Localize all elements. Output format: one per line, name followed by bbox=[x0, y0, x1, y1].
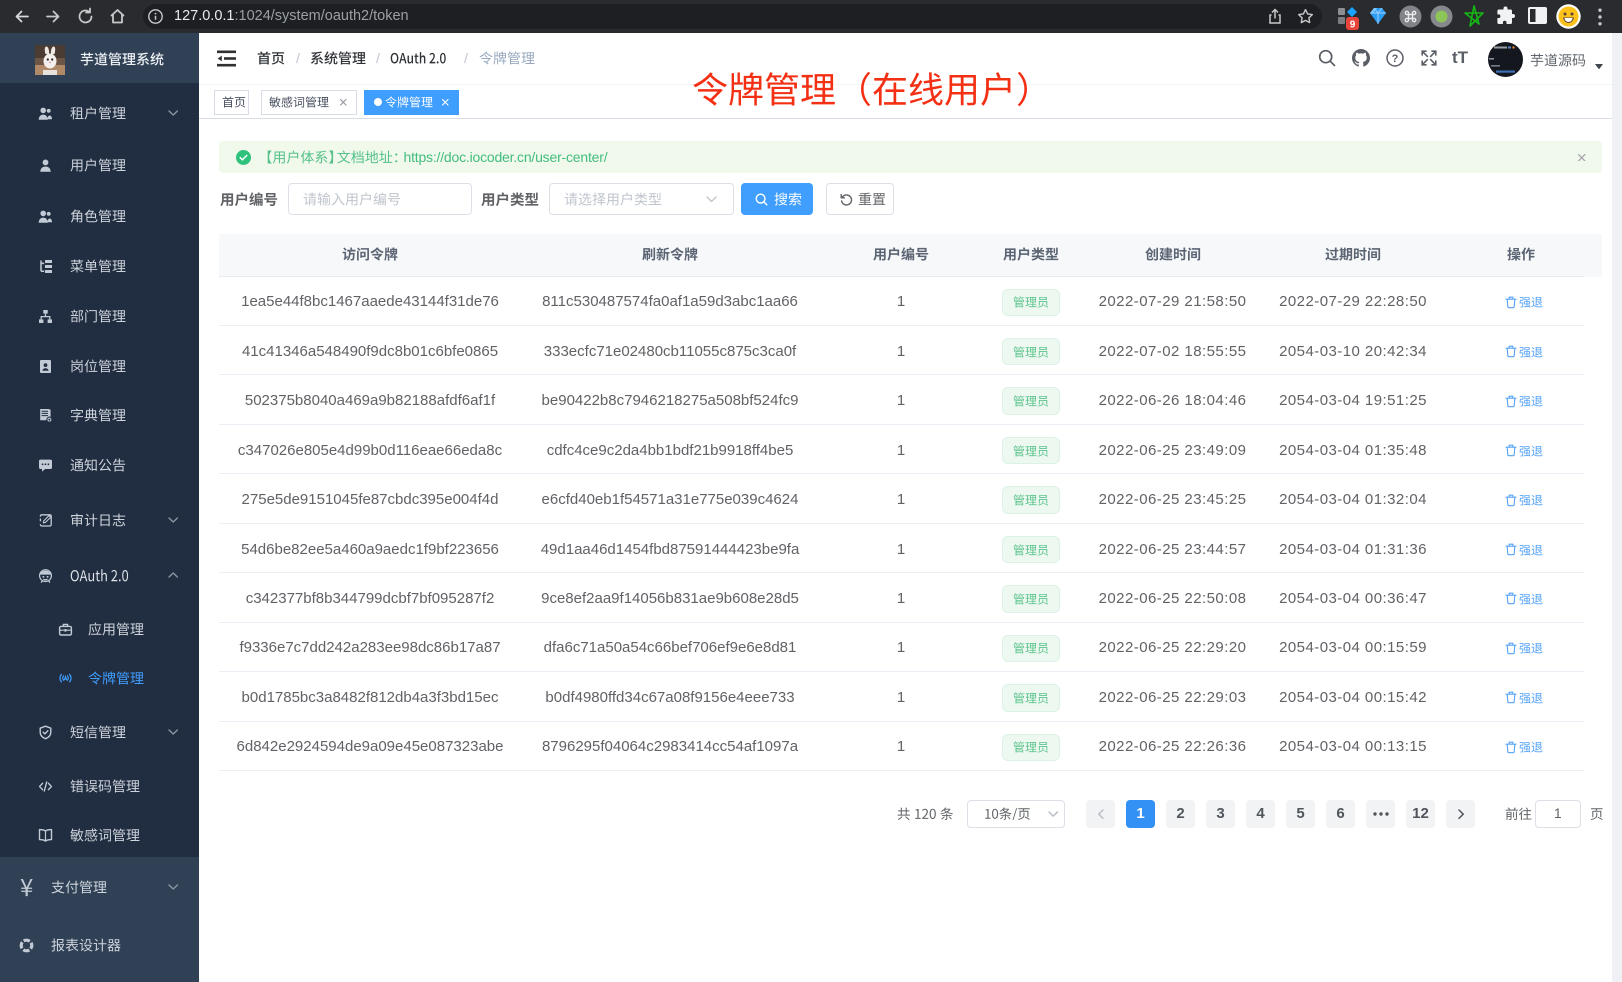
svg-text:?: ? bbox=[1392, 53, 1399, 65]
svg-text:9: 9 bbox=[1350, 20, 1356, 31]
